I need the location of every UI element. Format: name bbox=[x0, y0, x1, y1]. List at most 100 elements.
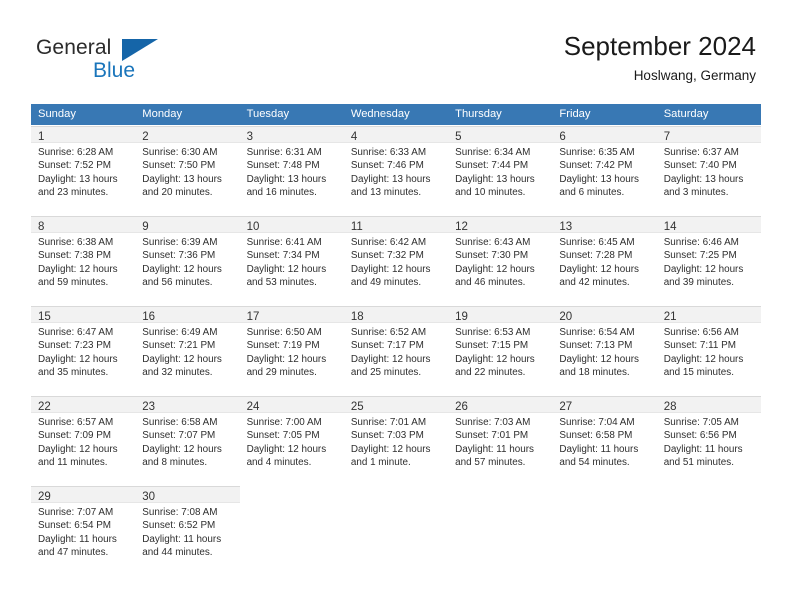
daylight-duration-line2: and 32 minutes. bbox=[142, 367, 213, 379]
daylight-duration-line1: Daylight: 13 hours bbox=[246, 173, 327, 185]
calendar-day-cell[interactable]: 13 Sunrise: 6:45 AM Sunset: 7:28 PM Dayligh… bbox=[552, 216, 657, 305]
day-number: 24 bbox=[246, 401, 260, 413]
day-number: 16 bbox=[142, 311, 156, 323]
calendar-day-cell[interactable]: 12 Sunrise: 6:43 AM Sunset: 7:30 PM Dayligh… bbox=[448, 216, 553, 305]
day-number-band: 13 bbox=[552, 216, 657, 233]
calendar-day-cell[interactable]: 17 Sunrise: 6:50 AM Sunset: 7:19 PM Dayligh… bbox=[239, 306, 344, 395]
calendar-day-cell[interactable]: 19 Sunrise: 6:53 AM Sunset: 7:15 PM Dayligh… bbox=[448, 306, 553, 395]
weekday-header-friday: Friday bbox=[559, 108, 591, 120]
day-number: 28 bbox=[663, 401, 677, 413]
calendar-day-cell[interactable]: 24 Sunrise: 7:00 AM Sunset: 7:05 PM Dayligh… bbox=[239, 396, 344, 485]
calendar-week-row: 1 Sunrise: 6:28 AM Sunset: 7:52 PM Daylight… bbox=[31, 125, 761, 215]
sunrise-time: Sunrise: 6:58 AM bbox=[142, 417, 218, 428]
day-number: 22 bbox=[38, 401, 51, 413]
sunset-time: Sunset: 7:28 PM bbox=[559, 250, 633, 262]
sunset-time: Sunset: 7:42 PM bbox=[559, 160, 633, 172]
daylight-duration-line2: and 54 minutes. bbox=[559, 457, 630, 469]
calendar-day-cell[interactable]: 10 Sunrise: 6:41 AM Sunset: 7:34 PM Dayligh… bbox=[239, 216, 344, 305]
calendar-day-cell[interactable]: 4 Sunrise: 6:33 AM Sunset: 7:46 PM Daylight… bbox=[343, 126, 449, 215]
day-details: Sunrise: 6:33 AM Sunset: 7:46 PM Daylight:… bbox=[344, 143, 448, 200]
calendar-day-cell[interactable]: 5 Sunrise: 6:34 AM Sunset: 7:44 PM Daylight… bbox=[448, 126, 553, 215]
sunset-time: Sunset: 7:30 PM bbox=[455, 250, 529, 262]
calendar-day-cell[interactable]: 25 Sunrise: 7:01 AM Sunset: 7:03 PM Dayligh… bbox=[343, 396, 449, 485]
calendar-day-cell[interactable]: 14 Sunrise: 6:46 AM Sunset: 7:25 PM Dayligh… bbox=[656, 216, 761, 305]
day-number-band: 26 bbox=[448, 396, 553, 413]
day-number: 6 bbox=[559, 131, 566, 143]
weekday-header-row: Sunday Monday Tuesday Wednesday Thursday… bbox=[31, 104, 761, 125]
daylight-duration-line1: Daylight: 12 hours bbox=[350, 263, 431, 275]
day-details: Sunrise: 6:56 AM Sunset: 7:11 PM Daylight:… bbox=[657, 323, 761, 380]
calendar-day-cell[interactable]: 9 Sunrise: 6:39 AM Sunset: 7:36 PM Daylight… bbox=[135, 216, 240, 305]
sunset-time: Sunset: 7:23 PM bbox=[38, 340, 112, 352]
general-blue-logo[interactable]: General Blue bbox=[36, 36, 166, 88]
day-number: 12 bbox=[455, 221, 468, 233]
daylight-duration-line1: Daylight: 13 hours bbox=[38, 173, 118, 185]
calendar-day-cell[interactable]: 8 Sunrise: 6:38 AM Sunset: 7:38 PM Daylight… bbox=[31, 216, 136, 305]
calendar-day-cell[interactable]: 2 Sunrise: 6:30 AM Sunset: 7:50 PM Daylight… bbox=[135, 126, 240, 215]
calendar-page: General Blue September 2024 Hoslwang, Ge… bbox=[0, 0, 792, 612]
daylight-duration-line1: Daylight: 11 hours bbox=[142, 533, 222, 545]
empty-day-placeholder bbox=[448, 486, 552, 503]
calendar-grid: Sunday Monday Tuesday Wednesday Thursday… bbox=[31, 104, 761, 575]
calendar-week-row: 8 Sunrise: 6:38 AM Sunset: 7:38 PM Daylight… bbox=[31, 215, 761, 305]
day-number: 13 bbox=[559, 221, 573, 233]
day-details: Sunrise: 6:52 AM Sunset: 7:17 PM Daylight:… bbox=[344, 323, 448, 380]
daylight-duration-line2: and 8 minutes. bbox=[142, 457, 208, 469]
day-details: Sunrise: 6:58 AM Sunset: 7:07 PM Daylight:… bbox=[135, 413, 239, 470]
daylight-duration-line2: and 47 minutes. bbox=[38, 547, 109, 559]
daylight-duration-line1: Daylight: 12 hours bbox=[246, 353, 327, 365]
daylight-duration-line2: and 4 minutes. bbox=[246, 457, 312, 469]
calendar-day-cell[interactable]: 6 Sunrise: 6:35 AM Sunset: 7:42 PM Daylight… bbox=[552, 126, 657, 215]
calendar-day-cell[interactable]: 3 Sunrise: 6:31 AM Sunset: 7:48 PM Daylight… bbox=[239, 126, 344, 215]
calendar-day-cell[interactable]: 28 Sunrise: 7:05 AM Sunset: 6:56 PM Dayligh… bbox=[656, 396, 761, 485]
sunset-time: Sunset: 6:56 PM bbox=[663, 430, 737, 442]
page-header: General Blue September 2024 Hoslwang, Ge… bbox=[0, 0, 792, 104]
day-number-band: 18 bbox=[343, 306, 449, 323]
day-number: 23 bbox=[142, 401, 156, 413]
day-number-band: 3 bbox=[239, 126, 344, 143]
calendar-day-cell[interactable]: 18 Sunrise: 6:52 AM Sunset: 7:17 PM Dayligh… bbox=[343, 306, 449, 395]
sunrise-time: Sunrise: 6:56 AM bbox=[663, 327, 739, 338]
day-details: Sunrise: 7:04 AM Sunset: 6:58 PM Daylight:… bbox=[552, 413, 656, 470]
daylight-duration-line2: and 11 minutes. bbox=[38, 457, 108, 469]
daylight-duration-line2: and 44 minutes. bbox=[142, 547, 213, 559]
day-details: Sunrise: 6:41 AM Sunset: 7:34 PM Daylight:… bbox=[240, 233, 344, 290]
sunset-time: Sunset: 7:52 PM bbox=[38, 160, 112, 172]
calendar-day-cell[interactable]: 20 Sunrise: 6:54 AM Sunset: 7:13 PM Dayligh… bbox=[552, 306, 657, 395]
calendar-day-cell[interactable]: 30 Sunrise: 7:08 AM Sunset: 6:52 PM Dayligh… bbox=[135, 486, 240, 575]
empty-day-placeholder bbox=[344, 486, 448, 503]
sunrise-time: Sunrise: 6:49 AM bbox=[142, 327, 218, 338]
sunrise-time: Sunrise: 6:39 AM bbox=[142, 237, 218, 248]
empty-day-placeholder bbox=[552, 486, 656, 503]
calendar-day-cell[interactable]: 22 Sunrise: 6:57 AM Sunset: 7:09 PM Dayligh… bbox=[31, 396, 136, 485]
day-number-band: 21 bbox=[656, 306, 761, 323]
calendar-day-cell[interactable]: 26 Sunrise: 7:03 AM Sunset: 7:01 PM Dayligh… bbox=[448, 396, 553, 485]
day-details: Sunrise: 6:30 AM Sunset: 7:50 PM Daylight:… bbox=[135, 143, 239, 200]
sunset-time: Sunset: 7:44 PM bbox=[455, 160, 529, 172]
calendar-day-cell[interactable]: 23 Sunrise: 6:58 AM Sunset: 7:07 PM Dayligh… bbox=[135, 396, 240, 485]
daylight-duration-line2: and 59 minutes. bbox=[38, 277, 109, 289]
day-number: 3 bbox=[246, 131, 253, 143]
calendar-day-cell[interactable]: 1 Sunrise: 6:28 AM Sunset: 7:52 PM Daylight… bbox=[31, 126, 136, 215]
day-number-band: 11 bbox=[343, 216, 449, 233]
sunrise-time: Sunrise: 6:53 AM bbox=[455, 327, 531, 338]
calendar-day-cell[interactable]: 11 Sunrise: 6:42 AM Sunset: 7:32 PM Dayligh… bbox=[343, 216, 449, 305]
calendar-day-cell[interactable]: 16 Sunrise: 6:49 AM Sunset: 7:21 PM Dayligh… bbox=[135, 306, 240, 395]
calendar-day-cell-empty bbox=[656, 486, 761, 575]
daylight-duration-line1: Daylight: 12 hours bbox=[246, 263, 327, 275]
calendar-day-cell[interactable]: 15 Sunrise: 6:47 AM Sunset: 7:23 PM Dayligh… bbox=[31, 306, 136, 395]
day-number-band: 23 bbox=[135, 396, 240, 413]
day-number-band: 17 bbox=[239, 306, 344, 323]
day-number-band: 14 bbox=[656, 216, 761, 233]
day-number: 20 bbox=[559, 311, 573, 323]
calendar-day-cell[interactable]: 27 Sunrise: 7:04 AM Sunset: 6:58 PM Dayligh… bbox=[552, 396, 657, 485]
sunrise-time: Sunrise: 7:01 AM bbox=[350, 417, 427, 428]
day-number: 8 bbox=[38, 221, 45, 233]
calendar-day-cell[interactable]: 7 Sunrise: 6:37 AM Sunset: 7:40 PM Daylight… bbox=[656, 126, 761, 215]
weekday-header-monday: Monday bbox=[142, 108, 183, 120]
calendar-day-cell[interactable]: 29 Sunrise: 7:07 AM Sunset: 6:54 PM Dayligh… bbox=[31, 486, 136, 575]
sunset-time: Sunset: 7:07 PM bbox=[142, 430, 216, 442]
daylight-duration-line1: Daylight: 12 hours bbox=[350, 353, 431, 365]
calendar-day-cell[interactable]: 21 Sunrise: 6:56 AM Sunset: 7:11 PM Dayligh… bbox=[656, 306, 761, 395]
day-number-band: 9 bbox=[135, 216, 240, 233]
